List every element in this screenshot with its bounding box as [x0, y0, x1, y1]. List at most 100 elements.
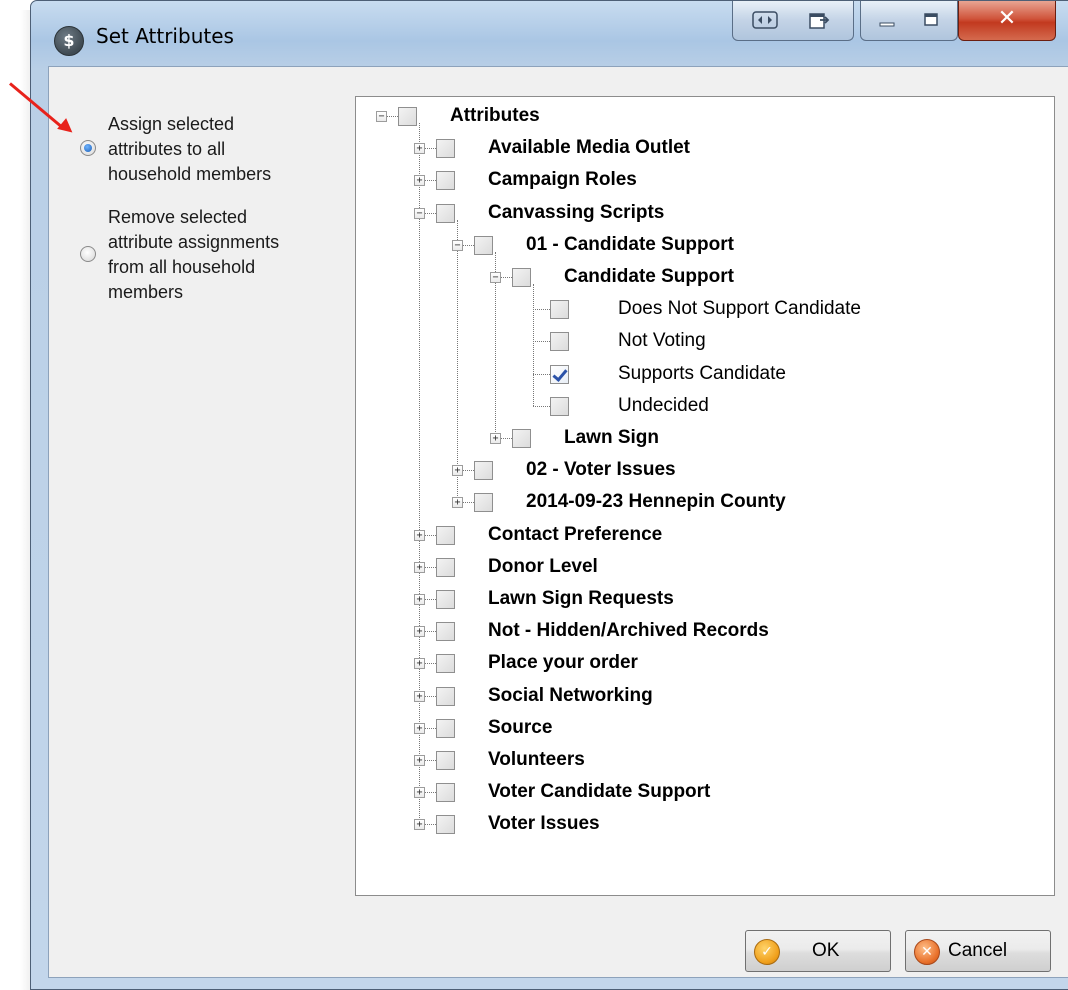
expand-icon[interactable]: +	[414, 143, 425, 155]
tree-node[interactable]: + Contact Preference	[356, 520, 1046, 551]
collapse-icon[interactable]: −	[376, 111, 387, 122]
expand-icon[interactable]: +	[414, 529, 425, 541]
expand-icon[interactable]: +	[414, 690, 425, 702]
tree-node-checkbox[interactable]	[436, 622, 455, 642]
tree-node[interactable]: Not Voting	[356, 326, 1046, 357]
tree-node[interactable]: Undecided	[356, 391, 1046, 422]
assign-option-label[interactable]: Assign selected attributes to all househol…	[108, 112, 348, 187]
tree-node-checkbox[interactable]	[550, 364, 569, 384]
resize-toggle-icon[interactable]	[745, 7, 785, 33]
tree-node-label[interactable]: Contact Preference	[488, 524, 662, 546]
tree-node-checkbox[interactable]	[474, 461, 493, 481]
tree-node-checkbox[interactable]	[474, 493, 493, 513]
tree-node-label[interactable]: 02 - Voter Issues	[526, 459, 676, 481]
tree-node-label[interactable]: Not - Hidden/Archived Records	[488, 620, 769, 642]
expand-icon[interactable]: +	[414, 658, 425, 670]
expand-icon[interactable]: +	[414, 561, 425, 573]
tree-node-checkbox[interactable]	[550, 300, 569, 320]
tree-node-checkbox[interactable]	[436, 171, 455, 191]
tree-node-label[interactable]: Canvassing Scripts	[488, 202, 664, 224]
expand-icon[interactable]: +	[490, 433, 501, 444]
tree-node-checkbox[interactable]	[512, 429, 531, 448]
tree-node-label[interactable]: Supports Candidate	[618, 363, 786, 385]
tree-node[interactable]: + Lawn Sign Requests	[356, 584, 1046, 615]
minimize-button[interactable]	[867, 7, 907, 33]
tree-node[interactable]: +02 - Voter Issues	[356, 455, 1046, 486]
tree-node-checkbox[interactable]	[550, 332, 569, 352]
tree-node[interactable]: − Attributes	[356, 101, 1046, 132]
tree-node-label[interactable]: Voter Candidate Support	[488, 781, 710, 803]
attributes-tree[interactable]: − Attributes + Available Media Outlet + Campa…	[355, 96, 1055, 896]
tree-node[interactable]: + Lawn Sign	[356, 423, 1046, 454]
collapse-icon[interactable]: −	[490, 272, 501, 283]
expand-icon[interactable]: +	[414, 755, 425, 766]
collapse-icon[interactable]: −	[452, 239, 463, 251]
maximize-button[interactable]	[911, 7, 951, 33]
cancel-button[interactable]: ✕ Cancel	[905, 930, 1051, 972]
remove-radio[interactable]	[80, 246, 96, 262]
tree-node-checkbox[interactable]	[550, 396, 569, 416]
tree-node-checkbox[interactable]	[436, 718, 455, 738]
expand-icon[interactable]: +	[452, 497, 463, 509]
tree-node-checkbox[interactable]	[436, 557, 455, 577]
close-button[interactable]: ✕	[958, 1, 1056, 41]
tree-node[interactable]: + Social Networking	[356, 681, 1046, 712]
tree-node[interactable]: + Campaign Roles	[356, 165, 1046, 196]
tree-node-label[interactable]: 01 - Candidate Support	[526, 234, 734, 256]
expand-icon[interactable]: +	[414, 175, 425, 187]
tree-node-checkbox[interactable]	[436, 783, 455, 803]
tree-node-label[interactable]: Available Media Outlet	[488, 137, 690, 159]
tree-node[interactable]: Supports Candidate	[356, 359, 1046, 390]
tree-node-label[interactable]: Campaign Roles	[488, 169, 637, 191]
tree-node-label[interactable]: Donor Level	[488, 556, 598, 578]
tree-node-label[interactable]: Place your order	[488, 652, 638, 674]
tree-node[interactable]: + Volunteers	[356, 745, 1046, 776]
tree-node-label[interactable]: Candidate Support	[564, 266, 734, 288]
collapse-icon[interactable]: −	[414, 207, 425, 219]
expand-icon[interactable]: +	[414, 722, 425, 734]
tree-node[interactable]: + Voter Issues	[356, 809, 1046, 840]
tree-node-label[interactable]: Voter Issues	[488, 813, 600, 835]
tree-node-label[interactable]: Undecided	[618, 395, 709, 417]
tree-node-checkbox[interactable]	[436, 590, 455, 609]
tree-node[interactable]: Does Not Support Candidate	[356, 294, 1046, 325]
tree-node-checkbox[interactable]	[436, 751, 455, 770]
tree-node[interactable]: + Place your order	[356, 648, 1046, 679]
tree-node-label[interactable]: Social Networking	[488, 685, 653, 707]
tree-node[interactable]: − Candidate Support	[356, 262, 1046, 293]
tree-node-checkbox[interactable]	[436, 203, 455, 223]
tree-node-label[interactable]: Not Voting	[618, 330, 706, 352]
tree-node-checkbox[interactable]	[474, 235, 493, 255]
tree-node[interactable]: + Voter Candidate Support	[356, 777, 1046, 808]
tree-node-label[interactable]: 2014-09-23 Hennepin County	[526, 491, 786, 513]
tree-node-checkbox[interactable]	[436, 654, 455, 674]
tree-node-label[interactable]: Volunteers	[488, 749, 585, 771]
tree-node-checkbox[interactable]	[436, 815, 455, 835]
tree-node-label[interactable]: Source	[488, 717, 552, 739]
expand-icon[interactable]: +	[414, 819, 425, 831]
detach-window-icon[interactable]	[799, 7, 839, 33]
tree-node-label[interactable]: Does Not Support Candidate	[618, 298, 861, 320]
assign-radio[interactable]	[80, 140, 96, 156]
tree-node[interactable]: + Source	[356, 713, 1046, 744]
remove-option-label[interactable]: Remove selected attribute assignments from…	[108, 205, 348, 305]
tree-node-checkbox[interactable]	[436, 139, 455, 159]
tree-node[interactable]: − 01 - Candidate Support	[356, 230, 1046, 261]
tree-node-checkbox[interactable]	[436, 525, 455, 545]
ok-button[interactable]: ✓ OK	[745, 930, 891, 972]
expand-icon[interactable]: +	[414, 787, 425, 799]
tree-node[interactable]: + Not - Hidden/Archived Records	[356, 616, 1046, 647]
tree-node[interactable]: +2014-09-23 Hennepin County	[356, 487, 1046, 518]
tree-node[interactable]: + Available Media Outlet	[356, 133, 1046, 164]
tree-node-checkbox[interactable]	[398, 107, 417, 126]
expand-icon[interactable]: +	[452, 465, 463, 477]
tree-node[interactable]: − Canvassing Scripts	[356, 198, 1046, 229]
tree-node[interactable]: + Donor Level	[356, 552, 1046, 583]
tree-node-label[interactable]: Lawn Sign Requests	[488, 588, 674, 610]
tree-node-checkbox[interactable]	[512, 268, 531, 287]
tree-node-label[interactable]: Lawn Sign	[564, 427, 659, 449]
tree-node-checkbox[interactable]	[436, 686, 455, 706]
expand-icon[interactable]: +	[414, 626, 425, 638]
expand-icon[interactable]: +	[414, 594, 425, 605]
tree-node-label[interactable]: Attributes	[450, 105, 540, 127]
